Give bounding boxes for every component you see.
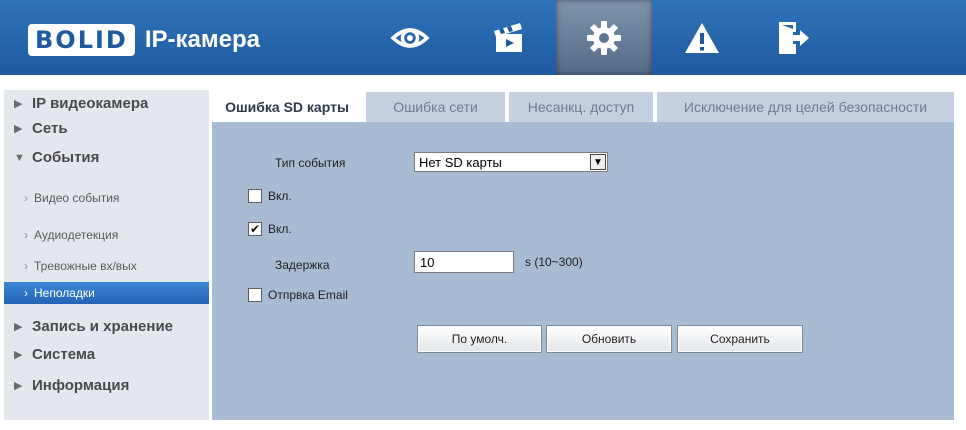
sidebar-item-audio-detection[interactable]: › Аудиодетекция xyxy=(4,224,209,246)
sidebar-item-video-events[interactable]: › Видео события xyxy=(4,187,209,209)
sidebar-item-events[interactable]: ▼ События xyxy=(4,145,209,170)
triangle-right-icon: ▶ xyxy=(14,380,23,392)
sidebar-item-label: Видео события xyxy=(34,191,120,205)
refresh-button[interactable]: Обновить xyxy=(546,325,672,353)
event-type-label: Тип события xyxy=(275,156,346,170)
chevron-down-icon[interactable]: ▼ xyxy=(590,154,606,170)
default-button[interactable]: По умолч. xyxy=(417,325,542,353)
tab-label: Ошибка SD карты xyxy=(225,99,349,115)
sidebar-item-ip-camera[interactable]: ▶ IP видеокамера xyxy=(4,91,209,116)
sidebar-item-label: IP видеокамера xyxy=(32,95,149,112)
tab-label: Ошибка сети xyxy=(393,99,478,115)
gear-icon xyxy=(587,20,621,55)
logo-title: IP-камера xyxy=(144,26,260,53)
refresh-button-label: Обновить xyxy=(581,332,637,346)
header-bar: BOLID IP-камера xyxy=(0,0,966,75)
eye-icon xyxy=(390,27,430,48)
send-email-label: Отпрвка Email xyxy=(268,288,348,302)
tab-unauthorized-access[interactable]: Несанкц. доступ xyxy=(509,92,653,122)
event-type-value: Нет SD карты xyxy=(419,154,502,170)
delay-input[interactable]: 10 xyxy=(414,251,514,273)
sidebar-item-label: Сеть xyxy=(32,120,68,137)
chevron-right-icon: › xyxy=(24,259,28,273)
tab-label: Несанкц. доступ xyxy=(527,99,635,115)
enable-checkbox-2[interactable]: ✔ xyxy=(248,222,262,236)
tab-network-error[interactable]: Ошибка сети xyxy=(366,92,505,122)
triangle-down-icon: ▼ xyxy=(14,151,25,164)
tab-security-exception[interactable]: Исключение для целей безопасности xyxy=(657,92,954,122)
enable-label-2: Вкл. xyxy=(268,222,292,236)
sidebar-item-network[interactable]: ▶ Сеть xyxy=(4,116,209,141)
nav-playback[interactable] xyxy=(460,0,556,75)
sidebar-item-label: События xyxy=(32,149,100,166)
sidebar-item-malfunctions[interactable]: › Неполадки xyxy=(4,282,209,304)
save-button[interactable]: Сохранить xyxy=(677,325,803,353)
nav-live-view[interactable] xyxy=(362,0,458,75)
clapperboard-icon xyxy=(494,22,522,52)
sidebar-item-label: Тревожные вх/вых xyxy=(34,259,137,273)
logout-icon xyxy=(779,21,809,54)
save-button-label: Сохранить xyxy=(710,332,770,346)
sidebar-item-information[interactable]: ▶ Информация xyxy=(4,373,209,398)
sidebar-item-system[interactable]: ▶ Система xyxy=(4,342,209,367)
delay-value: 10 xyxy=(420,254,435,270)
logo-brand: BOLID xyxy=(28,24,135,56)
sidebar: ▶ IP видеокамера ▶ Сеть ▼ События › Виде… xyxy=(4,90,209,420)
sidebar-item-recording-storage[interactable]: ▶ Запись и хранение xyxy=(4,314,209,339)
nav-alarm[interactable] xyxy=(654,0,750,75)
tab-sd-card-error[interactable]: Ошибка SD карты xyxy=(212,92,362,122)
sidebar-item-label: Неполадки xyxy=(34,286,95,300)
default-button-label: По умолч. xyxy=(451,332,508,346)
event-type-select[interactable]: Нет SD карты ▼ xyxy=(414,152,608,172)
chevron-right-icon: › xyxy=(24,228,28,242)
sidebar-item-label: Запись и хранение xyxy=(32,318,174,335)
sidebar-item-label: Информация xyxy=(32,377,130,394)
triangle-right-icon: ▶ xyxy=(14,321,23,333)
sidebar-item-label: Аудиодетекция xyxy=(34,228,119,242)
triangle-right-icon: ▶ xyxy=(14,123,23,135)
triangle-right-icon: ▶ xyxy=(14,349,23,361)
checkmark-icon: ✔ xyxy=(249,222,261,236)
delay-label: Задержка xyxy=(275,258,330,272)
send-email-checkbox[interactable] xyxy=(248,288,262,302)
triangle-right-icon: ▶ xyxy=(14,98,23,110)
warning-icon xyxy=(685,22,719,53)
enable-label-1: Вкл. xyxy=(268,189,292,203)
enable-checkbox-1[interactable] xyxy=(248,189,262,203)
settings-panel: Тип события Нет SD карты ▼ Вкл. ✔ Вкл. З… xyxy=(212,122,954,420)
sidebar-item-label: Система xyxy=(32,346,96,363)
chevron-right-icon: › xyxy=(24,191,28,205)
sidebar-item-alarm-io[interactable]: › Тревожные вх/вых xyxy=(4,255,209,277)
delay-range-hint: s (10~300) xyxy=(525,255,583,269)
nav-logout[interactable] xyxy=(744,0,840,75)
tab-label: Исключение для целей безопасности xyxy=(683,99,928,115)
nav-setup[interactable] xyxy=(556,0,652,75)
logo: BOLID IP-камера xyxy=(28,22,260,58)
chevron-right-icon: › xyxy=(24,286,28,300)
